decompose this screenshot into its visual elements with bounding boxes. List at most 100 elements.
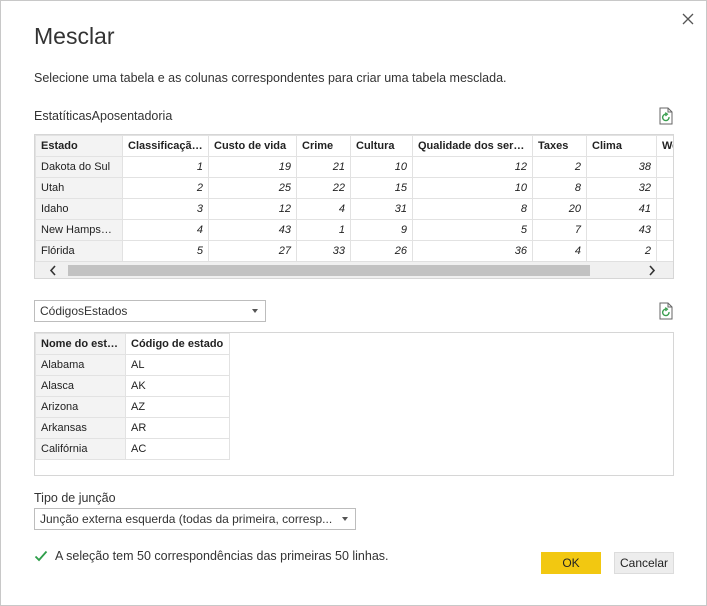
column-header[interactable]: Qualidade dos serv... [412, 135, 533, 157]
table-cell: 9 [350, 219, 413, 241]
table-cell: Idaho [35, 198, 123, 220]
chevron-down-icon [252, 309, 258, 313]
horizontal-scrollbar[interactable] [35, 261, 673, 278]
table-row: Dakota do Sul 1 19 21 10 12 2 38 [35, 156, 673, 178]
chevron-down-icon [342, 517, 348, 521]
table-cell: Dakota do Sul [35, 156, 123, 178]
table-cell: 21 [296, 156, 351, 178]
chevron-right-icon [649, 265, 656, 276]
table-cell: 3 [122, 198, 209, 220]
table-cell: AL [125, 354, 230, 376]
column-header[interactable]: Taxes [532, 135, 587, 157]
table-cell: 43 [586, 219, 657, 241]
table1-name: EstatíticasAposentadoria [34, 109, 173, 123]
refresh-table2-button[interactable] [657, 302, 675, 320]
dialog-subtitle: Selecione uma tabela e as colunas corres… [34, 71, 507, 85]
table-row: Flórida 5 27 33 26 36 4 2 [35, 240, 673, 262]
table-cell: AZ [125, 396, 230, 418]
table-cell: 5 [412, 219, 533, 241]
refresh-table1-button[interactable] [657, 107, 675, 125]
column-header[interactable]: Clima [586, 135, 657, 157]
table-cell: 12 [208, 198, 297, 220]
refresh-icon [659, 302, 673, 320]
table-row: Idaho 3 12 4 31 8 20 41 [35, 198, 673, 220]
table-cell: 15 [350, 177, 413, 199]
match-status-text: A seleção tem 50 correspondências das pr… [55, 549, 389, 563]
table-cell: 4 [122, 219, 209, 241]
join-type-value: Junção externa esquerda (todas da primei… [40, 512, 333, 526]
table-cell: 10 [412, 177, 533, 199]
table-cell: 8 [412, 198, 533, 220]
scroll-right-button[interactable] [642, 262, 662, 278]
table-row: New Hampshire 4 43 1 9 5 7 43 [35, 219, 673, 241]
table1-preview: Estado Classificação... Custo de vida Cr… [34, 134, 674, 279]
column-header[interactable]: Classificação... [122, 135, 209, 157]
ok-button[interactable]: OK [541, 552, 601, 574]
table-cell: 5 [122, 240, 209, 262]
table2-preview: Nome do estado Código de estado Alabama … [34, 332, 674, 476]
scroll-left-button[interactable] [43, 262, 63, 278]
chevron-left-icon [49, 265, 56, 276]
table-cell: 27 [208, 240, 297, 262]
table-cell: 20 [532, 198, 587, 220]
table-cell: 4 [296, 198, 351, 220]
table-cell: Arkansas [35, 417, 126, 439]
table-cell: 41 [586, 198, 657, 220]
table-cell: 19 [208, 156, 297, 178]
table-cell: 8 [532, 177, 587, 199]
table-cell: Flórida [35, 240, 123, 262]
table-cell [656, 240, 673, 262]
table-cell: 43 [208, 219, 297, 241]
close-icon [682, 13, 694, 25]
column-header[interactable]: Estado [35, 135, 123, 157]
table-cell: Arizona [35, 396, 126, 418]
column-header[interactable]: Nome do estado [35, 333, 126, 355]
cancel-button[interactable]: Cancelar [614, 552, 674, 574]
table-row: Alasca AK [35, 375, 230, 397]
table-cell: AR [125, 417, 230, 439]
table-cell: AC [125, 438, 230, 460]
table-cell: 22 [296, 177, 351, 199]
table-cell: 4 [532, 240, 587, 262]
column-header[interactable]: Código de estado [125, 333, 230, 355]
table-cell: Alabama [35, 354, 126, 376]
table-cell: New Hampshire [35, 219, 123, 241]
table-cell: 31 [350, 198, 413, 220]
table-cell: 38 [586, 156, 657, 178]
column-header[interactable]: Crime [296, 135, 351, 157]
table-row: Arizona AZ [35, 396, 230, 418]
column-header[interactable]: We [656, 135, 673, 157]
table-cell [656, 156, 673, 178]
table-cell: 2 [532, 156, 587, 178]
table-cell: 2 [122, 177, 209, 199]
table-cell: Califórnia [35, 438, 126, 460]
checkmark-icon [34, 550, 48, 562]
table-cell: Alasca [35, 375, 126, 397]
table2-select[interactable]: CódigosEstados [34, 300, 266, 322]
scrollbar-thumb[interactable] [68, 265, 590, 276]
column-header[interactable]: Custo de vida [208, 135, 297, 157]
table-cell: 12 [412, 156, 533, 178]
table-cell [656, 177, 673, 199]
merge-dialog: Mesclar Selecione uma tabela e as coluna… [0, 0, 707, 606]
table-cell: 25 [208, 177, 297, 199]
table2-select-value: CódigosEstados [40, 304, 128, 318]
join-type-label: Tipo de junção [34, 491, 116, 505]
close-button[interactable] [678, 9, 698, 29]
table-cell: AK [125, 375, 230, 397]
table-row: Arkansas AR [35, 417, 230, 439]
table1-grid: Estado Classificação... Custo de vida Cr… [35, 135, 673, 262]
table-cell: 26 [350, 240, 413, 262]
table-cell: 2 [586, 240, 657, 262]
table-row: Utah 2 25 22 15 10 8 32 [35, 177, 673, 199]
table-cell: 1 [296, 219, 351, 241]
table-cell: 33 [296, 240, 351, 262]
join-type-select[interactable]: Junção externa esquerda (todas da primei… [34, 508, 356, 530]
refresh-icon [659, 107, 673, 125]
match-status: A seleção tem 50 correspondências das pr… [34, 549, 389, 563]
table-cell: 36 [412, 240, 533, 262]
column-header[interactable]: Cultura [350, 135, 413, 157]
table-cell: 7 [532, 219, 587, 241]
table-cell: 32 [586, 177, 657, 199]
table2-grid: Nome do estado Código de estado Alabama … [35, 333, 230, 460]
